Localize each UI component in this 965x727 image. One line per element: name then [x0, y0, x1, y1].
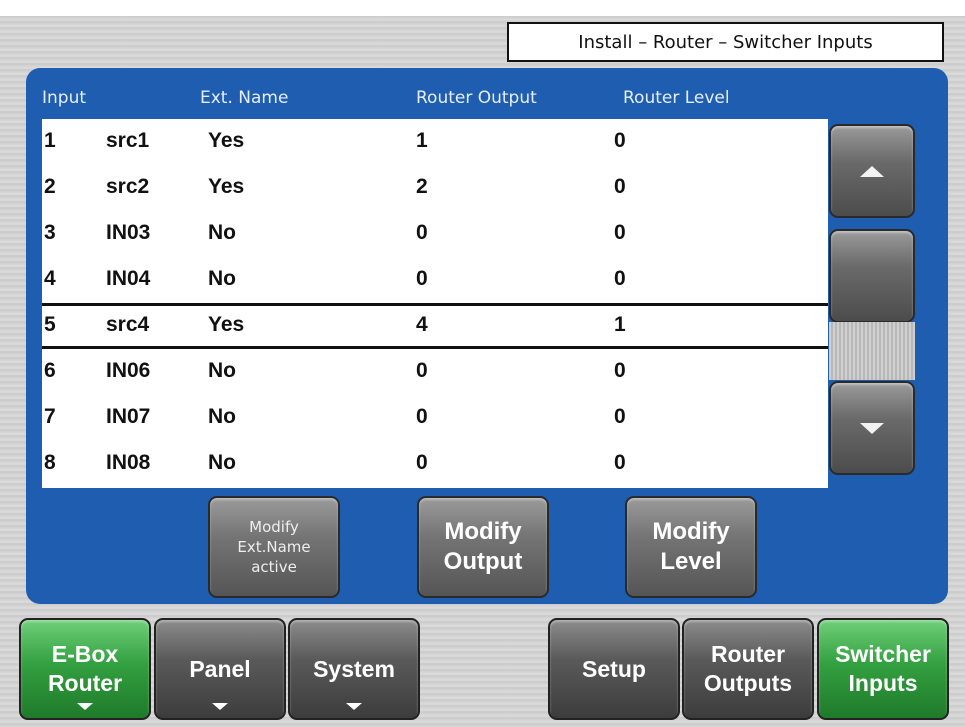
nav-label-line: Router: [710, 641, 786, 667]
nav-label: Panel: [189, 655, 251, 682]
inputs-table: 1 src1 Yes 1 0 2 src2 Yes 2 0 3 IN03 No …: [42, 119, 828, 488]
button-label-line: Ext.Name: [237, 538, 311, 556]
table-row[interactable]: 3 IN03 No 0 0: [42, 211, 828, 257]
nav-label: System: [313, 655, 395, 682]
row-input-number: 3: [44, 221, 56, 244]
row-input-number: 7: [44, 405, 56, 428]
scroll-up-button[interactable]: [829, 124, 915, 218]
row-router-level: 0: [614, 175, 626, 198]
row-router-output: 0: [416, 221, 428, 244]
button-label-line: active: [251, 558, 297, 576]
nav-label-line: Router: [47, 670, 123, 696]
caret-down-icon: [212, 703, 228, 710]
column-header-input: Input: [42, 88, 87, 108]
row-router-output: 2: [416, 175, 428, 198]
nav-label-line: E-Box: [51, 641, 119, 667]
button-label-line: Modify: [249, 518, 299, 536]
row-source-name: IN07: [106, 405, 151, 428]
triangle-down-icon: [860, 422, 884, 434]
modify-output-button[interactable]: Modify Output: [417, 496, 549, 598]
nav-system-button[interactable]: System: [288, 618, 420, 720]
row-router-output: 1: [416, 129, 428, 152]
row-router-output: 0: [416, 451, 428, 474]
row-router-output: 4: [416, 313, 428, 336]
row-source-name: src2: [106, 175, 150, 198]
caption-strip: [0, 0, 965, 16]
row-input-number: 8: [44, 451, 56, 474]
nav-setup-button[interactable]: Setup: [548, 618, 680, 720]
table-row[interactable]: 2 src2 Yes 2 0: [42, 165, 828, 211]
caret-down-icon: [346, 703, 362, 710]
nav-router-outputs-button[interactable]: Router Outputs: [682, 618, 814, 720]
row-ext-name: No: [208, 451, 236, 474]
scroll-thumb[interactable]: [829, 229, 915, 323]
button-label-line: Modify: [652, 518, 730, 545]
column-header-router-output: Router Output: [416, 88, 537, 108]
table-row[interactable]: 1 src1 Yes 1 0: [42, 119, 828, 165]
table-row[interactable]: 7 IN07 No 0 0: [42, 395, 828, 441]
nav-label-line: Outputs: [703, 670, 793, 696]
nav-label-line: Switcher: [835, 641, 931, 667]
row-ext-name: Yes: [208, 313, 245, 336]
table-row[interactable]: 6 IN06 No 0 0: [42, 349, 828, 395]
nav-label: Setup: [582, 655, 646, 682]
row-ext-name: Yes: [208, 175, 245, 198]
page-title: Install – Router – Switcher Inputs: [507, 22, 944, 62]
row-ext-name: No: [208, 405, 236, 428]
column-header-ext-name: Ext. Name: [200, 88, 289, 108]
row-router-level: 1: [614, 313, 626, 336]
nav-panel-button[interactable]: Panel: [154, 618, 286, 720]
modify-level-button[interactable]: Modify Level: [625, 496, 757, 598]
row-ext-name: Yes: [208, 129, 245, 152]
row-source-name: src4: [106, 313, 150, 336]
row-router-output: 0: [416, 359, 428, 382]
row-router-level: 0: [614, 129, 626, 152]
row-source-name: IN04: [106, 267, 151, 290]
row-input-number: 1: [44, 129, 56, 152]
triangle-up-icon: [860, 165, 884, 177]
row-router-level: 0: [614, 451, 626, 474]
row-router-output: 0: [416, 267, 428, 290]
row-router-level: 0: [614, 267, 626, 290]
nav-label-line: Inputs: [848, 670, 918, 696]
caret-down-icon: [77, 703, 93, 710]
row-router-output: 0: [416, 405, 428, 428]
scrollbar-track[interactable]: [829, 322, 915, 380]
row-ext-name: No: [208, 221, 236, 244]
button-label-line: Level: [660, 548, 722, 575]
row-source-name: src1: [106, 129, 150, 152]
row-source-name: IN03: [106, 221, 151, 244]
table-row-selected[interactable]: 5 src4 Yes 4 1: [42, 303, 828, 349]
row-ext-name: No: [208, 267, 236, 290]
row-input-number: 4: [44, 267, 56, 290]
row-router-level: 0: [614, 405, 626, 428]
nav-switcher-inputs-button[interactable]: Switcher Inputs: [817, 618, 949, 720]
row-router-level: 0: [614, 359, 626, 382]
row-input-number: 5: [44, 313, 56, 336]
row-source-name: IN06: [106, 359, 151, 382]
row-input-number: 2: [44, 175, 56, 198]
button-label-line: Output: [443, 548, 523, 575]
row-input-number: 6: [44, 359, 56, 382]
row-router-level: 0: [614, 221, 626, 244]
row-source-name: IN08: [106, 451, 151, 474]
table-row[interactable]: 4 IN04 No 0 0: [42, 257, 828, 303]
row-ext-name: No: [208, 359, 236, 382]
column-header-router-level: Router Level: [623, 88, 730, 108]
scroll-down-button[interactable]: [829, 381, 915, 475]
button-label-line: Modify: [444, 518, 522, 545]
nav-ebox-router-button[interactable]: E-Box Router: [19, 618, 151, 720]
table-row[interactable]: 8 IN08 No 0 0: [42, 441, 828, 487]
modify-ext-name-button[interactable]: Modify Ext.Name active: [208, 496, 340, 598]
